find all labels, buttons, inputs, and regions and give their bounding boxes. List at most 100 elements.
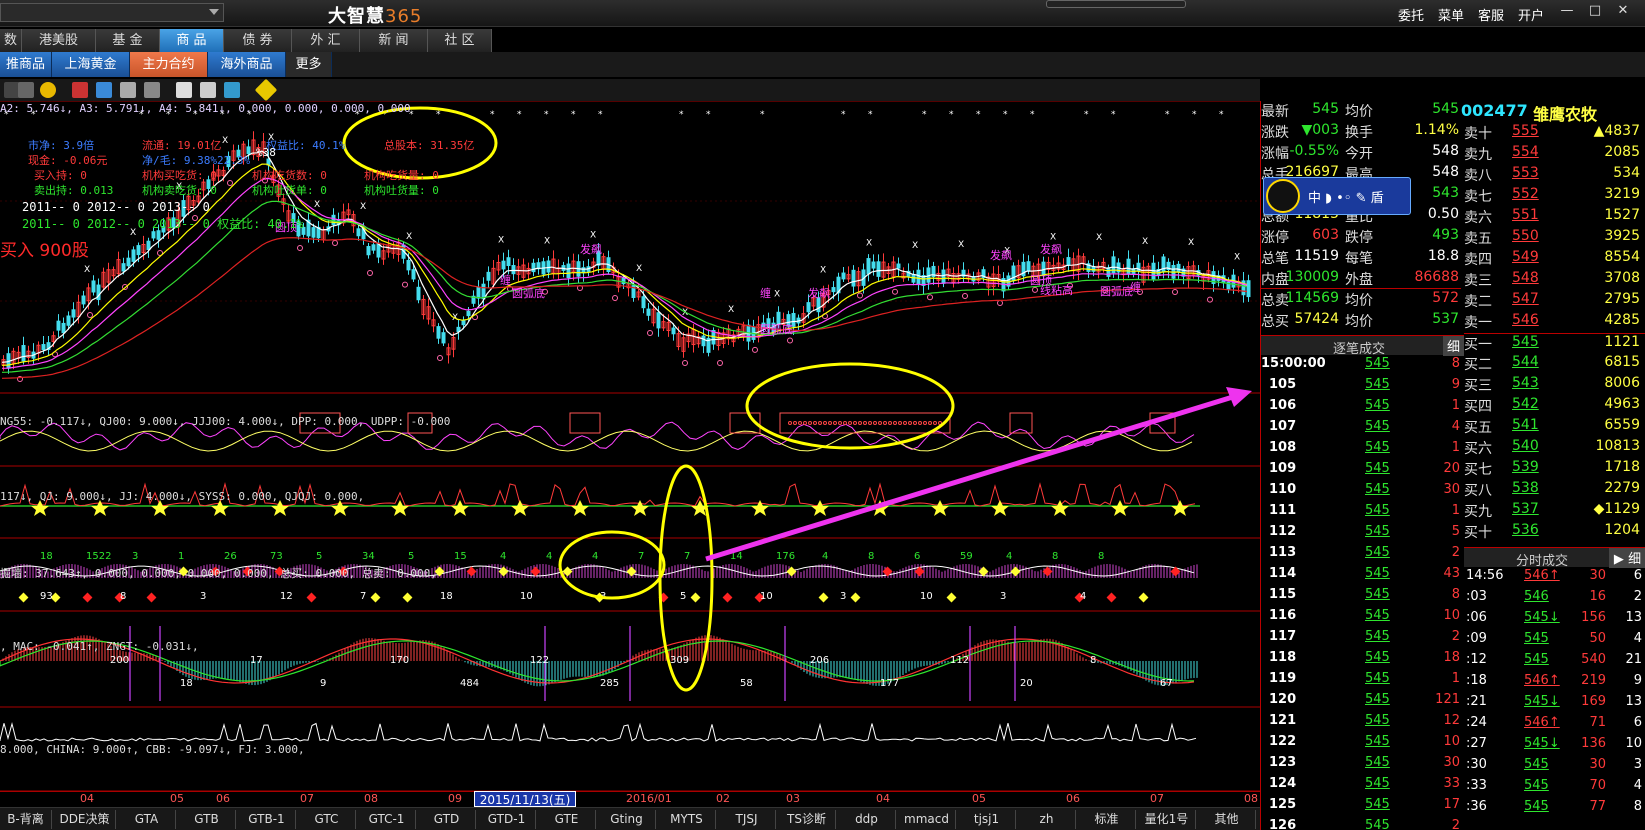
- bid-row[interactable]: 买三 543 8006: [1464, 375, 1645, 395]
- bid-row[interactable]: 买十 536 1204: [1464, 522, 1645, 542]
- signal-dot: [1032, 286, 1038, 293]
- tick-volume: 18: [1443, 650, 1460, 665]
- bid-row[interactable]: 买二 544 6815: [1464, 354, 1645, 374]
- help-icon[interactable]: [254, 78, 278, 102]
- tab-commodity[interactable]: 商 品: [160, 29, 224, 52]
- menu-entrust[interactable]: 委托: [1398, 5, 1424, 24]
- settings-icon[interactable]: [224, 82, 240, 98]
- title-drag-handle[interactable]: [1046, 0, 1186, 8]
- ask-row[interactable]: 卖三 548 3708: [1464, 270, 1645, 290]
- indicator-tab[interactable]: GTD-1: [478, 810, 536, 829]
- chevron-down-icon[interactable]: [209, 9, 219, 15]
- quote-row: 涨停 603 跌停 493: [1261, 227, 1461, 247]
- indicator-tab[interactable]: Gting: [598, 810, 656, 829]
- close-button[interactable]: ✕: [1614, 3, 1632, 19]
- grid-icon[interactable]: [18, 82, 34, 98]
- bid-row[interactable]: 买八 538 2279: [1464, 480, 1645, 500]
- export-icon[interactable]: [200, 82, 216, 98]
- commodity-subtabs: 推商品 上海黄金 主力合约 海外商品 更多: [0, 52, 1645, 77]
- level-volume: ◆1129: [1593, 501, 1640, 517]
- pane4-number: 10: [760, 591, 773, 602]
- chart-type-icon[interactable]: [72, 82, 88, 98]
- subtab-main-contract[interactable]: 主力合约: [130, 52, 208, 77]
- menu-open-account[interactable]: 开户: [1518, 5, 1544, 24]
- quote-label: 总买: [1261, 314, 1289, 330]
- ask-row[interactable]: 卖七 552 3219: [1464, 186, 1645, 206]
- indicator-tab[interactable]: GTB: [178, 810, 236, 829]
- qq-widget[interactable]: 中 ◗ •◦ ✎ 盾: [1263, 177, 1411, 215]
- indicator-tab[interactable]: GTC: [298, 810, 356, 829]
- menu-main[interactable]: 菜单: [1438, 5, 1464, 24]
- indicator-tab[interactable]: DDE决策: [54, 810, 116, 829]
- pane5-number: 285: [600, 678, 619, 689]
- minimize-button[interactable]: —: [1558, 3, 1576, 19]
- tab-forex[interactable]: 外 汇: [292, 29, 360, 52]
- tick-detail-tab[interactable]: 细: [1443, 336, 1464, 356]
- indicator-tab[interactable]: 标准: [1078, 810, 1136, 829]
- indicator-tab[interactable]: GTB-1: [238, 810, 296, 829]
- tab-fund[interactable]: 基 金: [96, 29, 160, 52]
- indicator-tab[interactable]: GTA: [118, 810, 176, 829]
- tab-community[interactable]: 社 区: [428, 29, 492, 52]
- tab-index[interactable]: 数: [0, 29, 22, 52]
- tab-news[interactable]: 新 闻: [360, 29, 428, 52]
- zoom-out-icon[interactable]: [144, 82, 160, 98]
- indicator-tab[interactable]: B-背离: [0, 810, 52, 829]
- tab-bond[interactable]: 债 券: [224, 29, 292, 52]
- subtab-shanghai-gold[interactable]: 上海黄金: [52, 52, 130, 77]
- zoom-in-icon[interactable]: [120, 82, 136, 98]
- calendar-icon[interactable]: [176, 82, 192, 98]
- ask-row[interactable]: 卖十 555 ▲4837: [1464, 123, 1645, 143]
- info-inst-buy-count: 机构吃货数: 0: [252, 169, 327, 182]
- tick-row: 107 545 4: [1261, 419, 1464, 439]
- bid-row[interactable]: 买四 542 4963: [1464, 396, 1645, 416]
- bid-row[interactable]: 买六 540 10813: [1464, 438, 1645, 458]
- indicator-tab[interactable]: 其他: [1198, 810, 1256, 829]
- subtab-overseas[interactable]: 海外商品: [208, 52, 286, 77]
- bid-row[interactable]: 买九 537 ◆1129: [1464, 501, 1645, 521]
- ask-row[interactable]: 卖六 551 1527: [1464, 207, 1645, 227]
- candle-body: [531, 262, 536, 273]
- indicator-tab[interactable]: GTE: [538, 810, 596, 829]
- candle-body: [1066, 257, 1071, 266]
- bell-icon[interactable]: [40, 82, 56, 98]
- draw-line-icon[interactable]: [96, 82, 112, 98]
- min-detail-tab[interactable]: ▶ 细: [1609, 548, 1645, 568]
- indicator-tab[interactable]: zh: [1018, 810, 1076, 829]
- menu-service[interactable]: 客服: [1478, 5, 1504, 24]
- symbol-combo[interactable]: [0, 3, 224, 22]
- ask-row[interactable]: 卖九 554 2085: [1464, 144, 1645, 164]
- x-marker: X: [1050, 232, 1056, 242]
- indicator-tab[interactable]: 量化1号: [1138, 810, 1196, 829]
- bid-row[interactable]: 买一 545 1121: [1464, 333, 1645, 353]
- subtab-recommended[interactable]: 推商品: [0, 52, 52, 77]
- indicator-tab[interactable]: GTC-1: [358, 810, 416, 829]
- pane5-number: 200: [110, 655, 129, 666]
- maximize-button[interactable]: □: [1586, 3, 1604, 19]
- indicator-tab[interactable]: TJSJ: [718, 810, 776, 829]
- signal-dot: [787, 337, 793, 344]
- ask-row[interactable]: 卖八 553 534: [1464, 165, 1645, 185]
- tick-row: 122 545 10: [1261, 734, 1464, 754]
- minute-volume: 169: [1581, 694, 1606, 709]
- indicator-tab[interactable]: tjsj1: [958, 810, 1016, 829]
- ask-row[interactable]: 卖四 549 8554: [1464, 249, 1645, 269]
- indicator-tab[interactable]: MYTS: [658, 810, 716, 829]
- ask-row[interactable]: 卖二 547 2795: [1464, 291, 1645, 311]
- bid-row[interactable]: 买五 541 6559: [1464, 417, 1645, 437]
- date-cursor-label: 2015/11/13(五): [474, 791, 576, 807]
- indicator-tab[interactable]: mmacd: [898, 810, 956, 829]
- ask-row[interactable]: 卖五 550 3925: [1464, 228, 1645, 248]
- subtab-more[interactable]: 更多: [286, 52, 332, 77]
- pane4-diamond: [722, 592, 733, 603]
- bid-row[interactable]: 买七 539 1718: [1464, 459, 1645, 479]
- indicator-tab[interactable]: TS诊断: [778, 810, 836, 829]
- ask-row[interactable]: 卖一 546 4285: [1464, 312, 1645, 332]
- indicator-tab[interactable]: GTD: [418, 810, 476, 829]
- qq-toolbar[interactable]: 中 ◗ •◦ ✎ 盾: [1308, 187, 1384, 206]
- qq-penguin-icon[interactable]: [1266, 179, 1300, 213]
- indicator-tab[interactable]: ddp: [838, 810, 896, 829]
- tick-price: 545: [1365, 608, 1390, 623]
- tab-hk-us[interactable]: 港美股: [22, 29, 96, 52]
- candle-body: [406, 259, 411, 271]
